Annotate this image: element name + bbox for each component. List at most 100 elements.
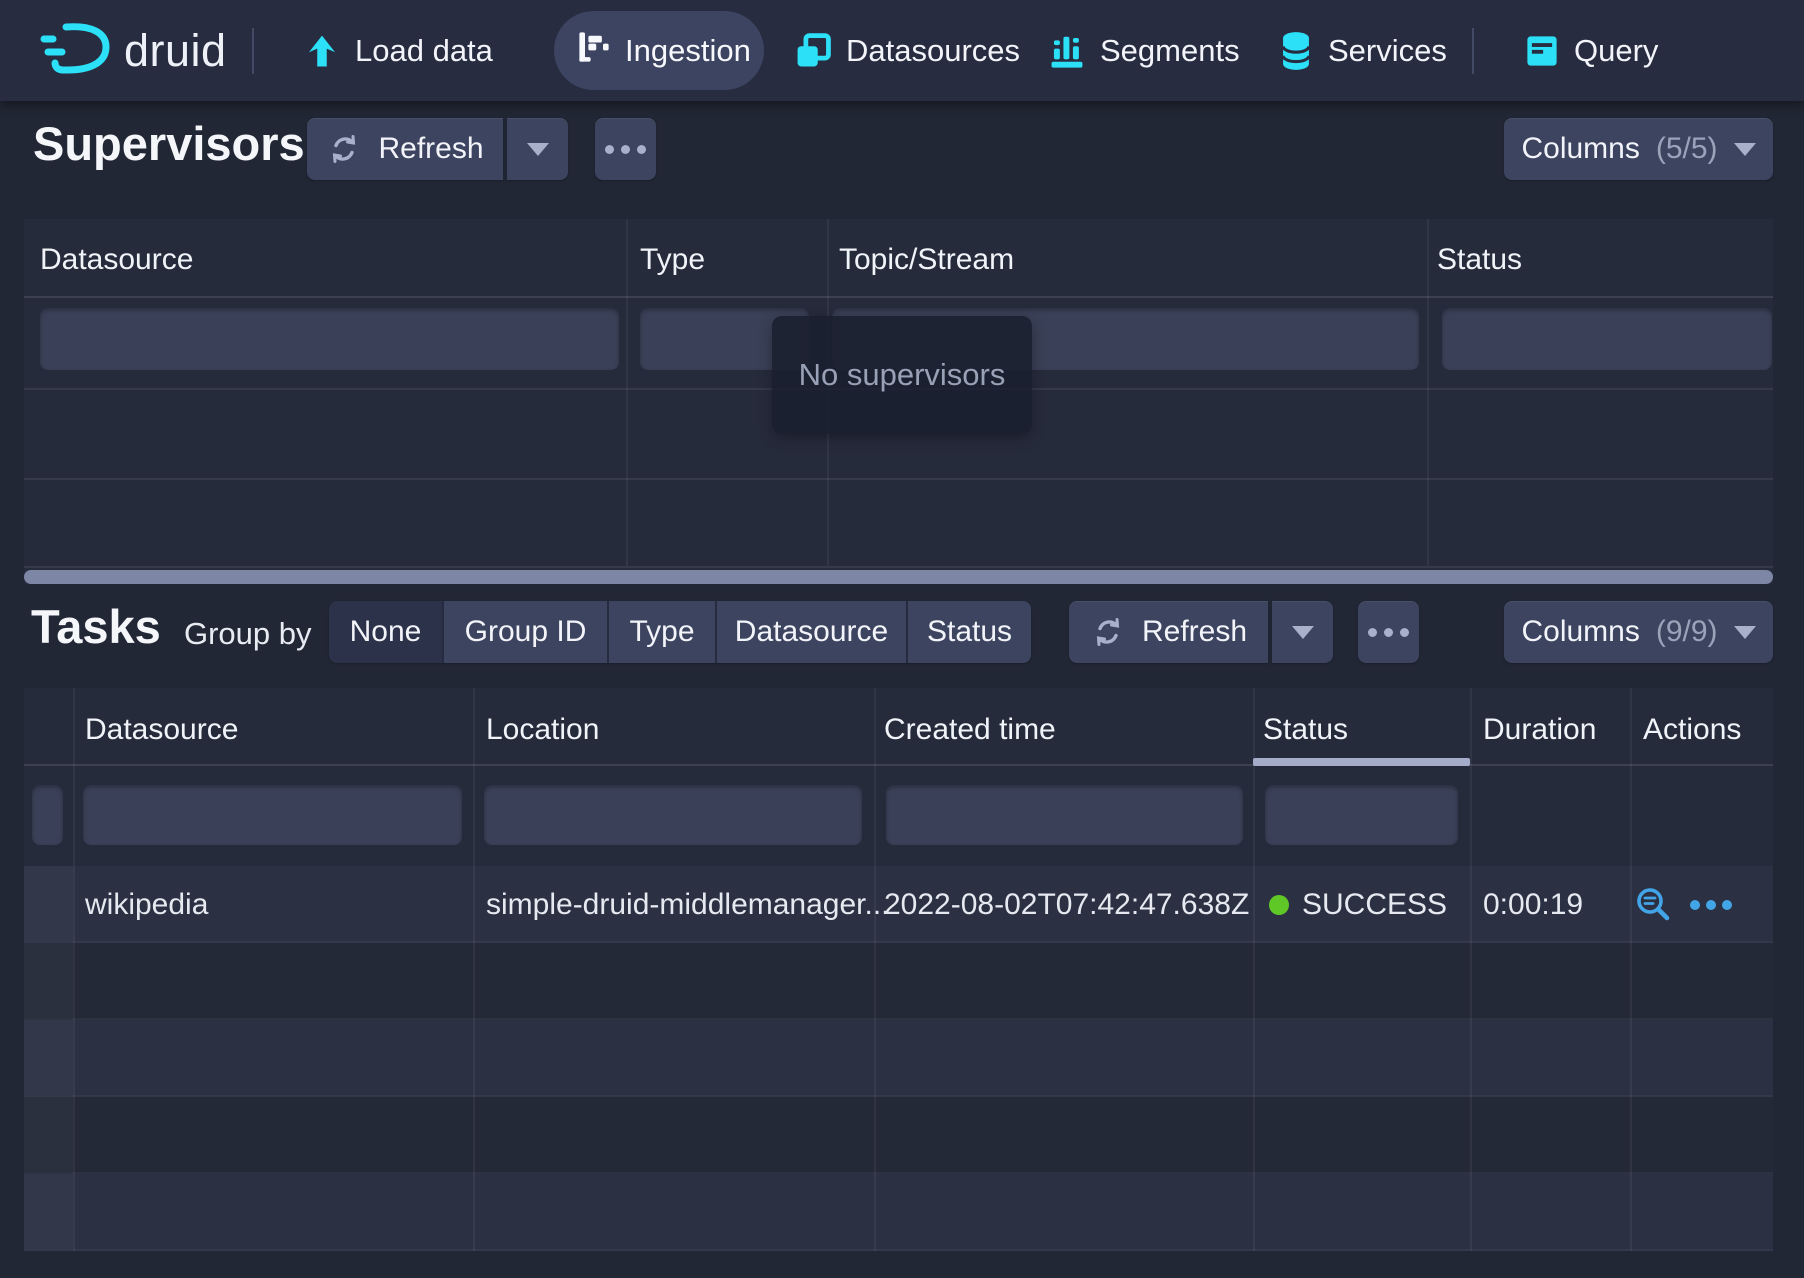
row-border bbox=[24, 566, 1773, 568]
chevron-down-icon bbox=[1734, 143, 1756, 156]
narrow-column-cell bbox=[24, 943, 73, 1018]
magnifier-details-icon bbox=[1634, 885, 1674, 925]
tasks-table: wikipedia simple-druid-middlemanager... … bbox=[24, 688, 1773, 1251]
supervisors-header-datasource[interactable]: Datasource bbox=[40, 243, 193, 277]
tasks-filter-task-id-fragment[interactable] bbox=[32, 785, 63, 845]
nav-item-load-data[interactable]: Load data bbox=[303, 0, 493, 101]
status-text: SUCCESS bbox=[1302, 888, 1447, 922]
top-nav: druid Load data Ingestion bbox=[0, 0, 1804, 101]
nav-item-label: Query bbox=[1574, 33, 1658, 69]
empty-task-row bbox=[24, 1174, 1773, 1251]
row-border bbox=[24, 478, 1773, 480]
tasks-title: Tasks bbox=[31, 603, 161, 650]
database-icon bbox=[1278, 31, 1314, 71]
columns-label: Columns bbox=[1521, 132, 1639, 166]
group-by-group-id-button[interactable]: Group ID bbox=[442, 601, 607, 663]
nav-item-ingestion[interactable]: Ingestion bbox=[554, 11, 764, 90]
stacked-layers-icon bbox=[794, 32, 832, 70]
more-ellipsis-icon bbox=[605, 145, 646, 154]
column-divider bbox=[626, 219, 628, 566]
tasks-refresh-dropdown-button[interactable] bbox=[1272, 601, 1333, 663]
supervisors-header-topic-stream[interactable]: Topic/Stream bbox=[839, 243, 1014, 277]
columns-label: Columns bbox=[1521, 615, 1639, 649]
column-divider bbox=[1630, 688, 1632, 1251]
druid-logo-text: druid bbox=[124, 25, 227, 77]
druid-logo[interactable]: druid bbox=[40, 0, 227, 101]
column-divider bbox=[73, 688, 75, 1251]
group-by-status-button[interactable]: Status bbox=[906, 601, 1031, 663]
supervisors-filter-datasource[interactable] bbox=[40, 308, 619, 370]
bar-chart-icon bbox=[1048, 32, 1086, 70]
columns-count: (5/5) bbox=[1656, 132, 1718, 166]
narrow-column-cell bbox=[24, 1020, 73, 1095]
task-created-time-cell: 2022-08-02T07:42:47.638Z bbox=[884, 888, 1249, 922]
empty-task-row bbox=[24, 943, 1773, 1020]
druid-console: druid Load data Ingestion bbox=[0, 0, 1804, 1278]
chevron-down-icon bbox=[527, 143, 549, 156]
supervisors-title: Supervisors bbox=[33, 120, 305, 167]
nav-item-label: Ingestion bbox=[625, 33, 751, 69]
tasks-header-duration[interactable]: Duration bbox=[1483, 713, 1596, 747]
supervisors-table: Datasource Type Topic/Stream Status No s… bbox=[24, 219, 1773, 584]
task-status-cell: SUCCESS bbox=[1269, 888, 1447, 922]
supervisors-refresh-dropdown-button[interactable] bbox=[507, 118, 568, 180]
task-duration-cell: 0:00:19 bbox=[1483, 888, 1583, 922]
tasks-header-status[interactable]: Status bbox=[1263, 713, 1348, 747]
druid-logo-icon bbox=[40, 19, 112, 82]
task-inspect-action[interactable] bbox=[1634, 885, 1674, 933]
chevron-down-icon bbox=[1292, 626, 1314, 639]
more-ellipsis-icon bbox=[1368, 628, 1409, 637]
empty-task-row bbox=[24, 1097, 1773, 1174]
supervisors-more-button[interactable] bbox=[595, 118, 656, 180]
empty-message: No supervisors bbox=[799, 357, 1006, 393]
nav-item-query[interactable]: Query bbox=[1524, 0, 1658, 101]
column-divider bbox=[1470, 688, 1472, 1251]
empty-task-row bbox=[24, 1020, 1773, 1097]
supervisors-refresh-button[interactable]: Refresh bbox=[307, 118, 503, 180]
refresh-icon bbox=[1090, 614, 1126, 650]
task-location-cell: simple-druid-middlemanager... bbox=[486, 888, 890, 922]
task-more-actions-icon[interactable] bbox=[1690, 900, 1732, 910]
nav-item-segments[interactable]: Segments bbox=[1048, 0, 1240, 101]
supervisors-filter-status[interactable] bbox=[1442, 308, 1772, 370]
nav-item-label: Datasources bbox=[846, 33, 1020, 69]
column-divider bbox=[874, 688, 876, 1251]
group-by-datasource-button[interactable]: Datasource bbox=[715, 601, 906, 663]
header-border bbox=[24, 764, 1773, 766]
tasks-filter-datasource[interactable] bbox=[83, 785, 462, 845]
tasks-header-actions[interactable]: Actions bbox=[1643, 713, 1741, 747]
horizontal-scrollbar[interactable] bbox=[24, 570, 1773, 584]
narrow-column-cell bbox=[24, 1097, 73, 1172]
tasks-header-datasource[interactable]: Datasource bbox=[85, 713, 238, 747]
tasks-more-button[interactable] bbox=[1358, 601, 1419, 663]
supervisors-header-type[interactable]: Type bbox=[640, 243, 705, 277]
supervisors-columns-button[interactable]: Columns (5/5) bbox=[1504, 118, 1773, 180]
nav-item-datasources[interactable]: Datasources bbox=[794, 0, 1020, 101]
group-by-type-button[interactable]: Type bbox=[607, 601, 715, 663]
tasks-refresh-button[interactable]: Refresh bbox=[1069, 601, 1268, 663]
refresh-icon bbox=[326, 131, 362, 167]
refresh-label: Refresh bbox=[1142, 615, 1247, 649]
nav-divider bbox=[1472, 28, 1474, 74]
gantt-chart-icon bbox=[576, 29, 612, 73]
narrow-column-cell bbox=[24, 1174, 73, 1249]
chevron-down-icon bbox=[1734, 626, 1756, 639]
task-row-wikipedia[interactable]: wikipedia simple-druid-middlemanager... … bbox=[24, 866, 1773, 943]
nav-item-label: Segments bbox=[1100, 33, 1240, 69]
tasks-filter-location[interactable] bbox=[484, 785, 862, 845]
supervisors-header-status[interactable]: Status bbox=[1437, 243, 1522, 277]
nav-item-services[interactable]: Services bbox=[1278, 0, 1447, 101]
tasks-header-created-time[interactable]: Created time bbox=[884, 713, 1056, 747]
tasks-filter-created-time[interactable] bbox=[886, 785, 1243, 845]
tasks-header-location[interactable]: Location bbox=[486, 713, 599, 747]
group-by-button-group: None Group ID Type Datasource Status bbox=[329, 601, 1031, 663]
group-by-none-button[interactable]: None bbox=[329, 601, 442, 663]
tasks-filter-status[interactable] bbox=[1265, 785, 1458, 845]
no-supervisors-overlay: No supervisors bbox=[772, 316, 1032, 434]
nav-divider bbox=[252, 28, 254, 74]
nav-item-label: Services bbox=[1328, 33, 1447, 69]
tasks-columns-button[interactable]: Columns (9/9) bbox=[1504, 601, 1773, 663]
nav-item-label: Load data bbox=[355, 33, 493, 69]
columns-count: (9/9) bbox=[1656, 615, 1718, 649]
column-divider bbox=[1427, 219, 1429, 566]
